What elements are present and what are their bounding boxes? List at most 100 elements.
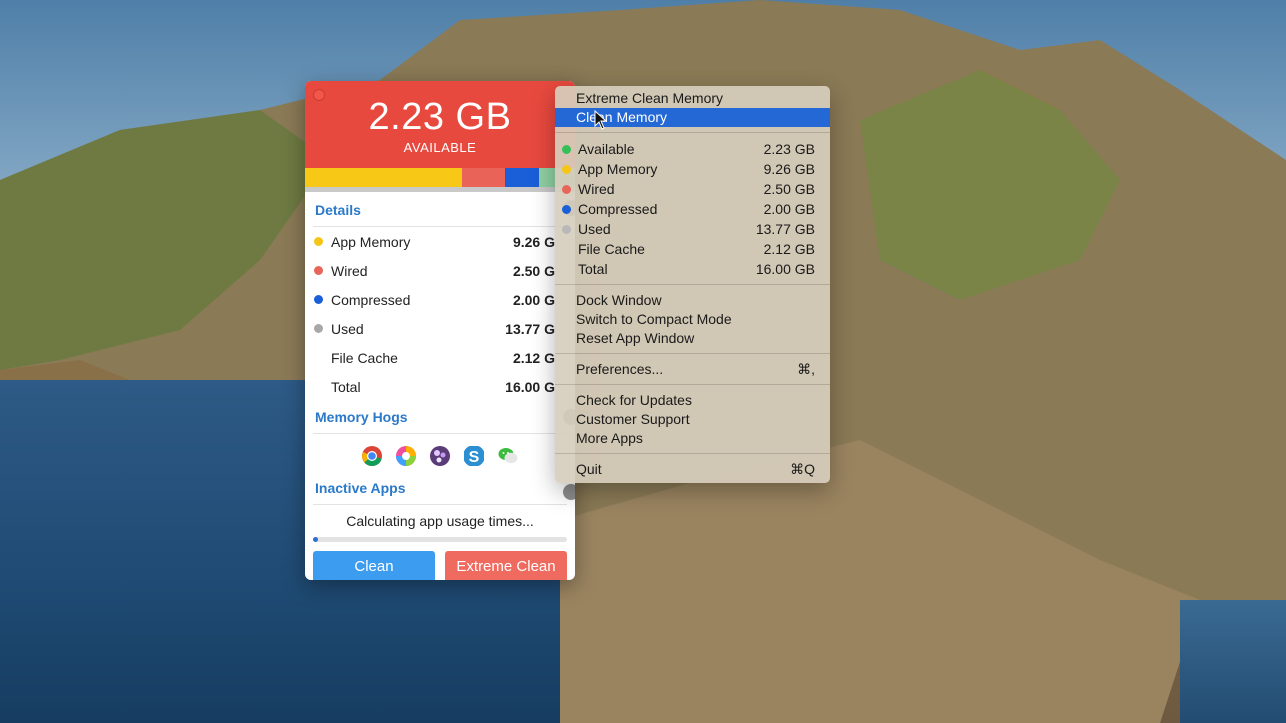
memory-hogs-title-text: Memory Hogs [315,409,408,425]
menu-stat-label: File Cache [578,241,645,257]
legend-dot-icon [314,266,323,275]
details-row-label: Compressed [331,291,411,308]
available-memory-value: 2.23 GB [368,96,512,138]
details-row-value: 2.00 G [512,291,555,308]
menu-stat-row: File Cache 2.12 GB [555,239,830,259]
scrivener-icon[interactable]: S [463,445,485,467]
menu-item-customer-support[interactable]: Customer Support [555,410,830,429]
action-buttons: Clean Extreme Clean [305,551,575,580]
menu-stat-value: 2.50 GB [763,181,815,197]
membar-compressed [505,168,539,187]
menu-separator [555,132,830,133]
memory-hogs-icons: S [305,436,575,476]
wallpaper-sea-right [1180,600,1286,723]
menu-stat-value: 16.00 GB [755,261,815,277]
details-row: Total 16.00 G [305,372,575,401]
menu-item-dock-window[interactable]: Dock Window [555,291,830,310]
close-window-button[interactable] [313,89,325,101]
menu-separator [555,453,830,454]
membar-app-memory [305,168,462,187]
details-row: Used 13.77 G [305,314,575,343]
details-row: Wired 2.50 G [305,256,575,285]
menu-item-check-updates[interactable]: Check for Updates [555,391,830,410]
menu-separator [555,284,830,285]
inactive-apps-progress-bar [313,537,567,542]
chrome-icon[interactable] [361,445,383,467]
inactive-apps-info-icon[interactable] [563,484,575,500]
legend-dot-icon [314,295,323,304]
menu-stat-row: Compressed 2.00 GB [555,199,830,219]
inactive-apps-section-title: Inactive Apps [305,476,575,502]
progress-fill [313,537,319,542]
menu-stat-value: 13.77 GB [755,221,815,237]
legend-dot-icon [562,205,571,214]
quit-shortcut: ⌘Q [790,461,815,477]
details-row-label: Total [331,378,361,395]
menu-stat-label: Used [578,221,611,237]
menu-stat-value: 2.23 GB [763,141,815,157]
menu-stat-label: Available [578,141,635,157]
details-row-label: File Cache [331,349,398,366]
app-context-menu: Extreme Clean Memory Clean Memory Availab… [555,86,830,483]
legend-dot-icon [562,165,571,174]
menu-item-preferences[interactable]: Preferences... ⌘, [555,360,830,379]
details-row-value: 9.26 G [512,233,555,250]
menu-item-compact-mode[interactable]: Switch to Compact Mode [555,310,830,329]
menu-separator [555,384,830,385]
inactive-apps-title-text: Inactive Apps [315,480,406,496]
menu-stat-row: Available 2.23 GB [555,139,830,159]
menu-item-quit[interactable]: Quit ⌘Q [555,460,830,479]
menu-stat-row: App Memory 9.26 GB [555,159,830,179]
mouse-cursor-icon [594,110,608,130]
menu-stat-value: 2.12 GB [763,241,815,257]
svg-text:S: S [469,449,480,466]
details-row-value: 16.00 G [505,378,555,395]
details-list: App Memory 9.26 G Wired 2.50 G Compressed 2.0… [305,227,575,401]
details-row-label: Used [331,320,364,337]
memory-header: 2.23 GB AVAILABLE [305,81,575,168]
menu-stat-label: Total [578,261,608,277]
menu-item-more-apps[interactable]: More Apps [555,429,830,448]
menu-support-group: Check for Updates Customer Support More Ap… [555,391,830,448]
photo-app-icon[interactable] [429,445,451,467]
details-row: App Memory 9.26 G [305,227,575,256]
memory-usage-bar [305,168,575,187]
clean-button[interactable]: Clean [313,551,435,580]
details-row-value: 2.12 G [512,349,555,366]
divider [313,433,567,434]
legend-dot-icon [562,145,571,154]
details-row-value: 13.77 G [505,320,555,337]
quit-label: Quit [576,461,602,477]
details-row: File Cache 2.12 G [305,343,575,372]
details-row: Compressed 2.00 G [305,285,575,314]
extreme-clean-button[interactable]: Extreme Clean [445,551,567,580]
menu-item-extreme-clean-memory[interactable]: Extreme Clean Memory [555,89,830,108]
legend-dot-icon [314,237,323,246]
available-memory-label: AVAILABLE [403,140,477,155]
menu-separator [555,353,830,354]
menu-stat-row: Total 16.00 GB [555,259,830,279]
legend-dot-icon [314,324,323,333]
memory-hogs-section-title: Memory Hogs [305,401,575,431]
preferences-shortcut: ⌘, [797,361,815,377]
menu-stat-row: Wired 2.50 GB [555,179,830,199]
details-section-title: Details [305,192,575,224]
menu-stat-value: 9.26 GB [763,161,815,177]
preferences-label: Preferences... [576,361,664,377]
menu-stat-label: Wired [578,181,615,197]
divider [313,504,567,505]
membar-wired [462,168,505,187]
menu-stat-label: Compressed [578,201,658,217]
wechat-icon[interactable] [497,445,519,467]
legend-dot-icon [562,225,571,234]
inactive-apps-status: Calculating app usage times... [346,513,534,529]
legend-dot-icon [562,185,571,194]
menu-stats-group: Available 2.23 GB App Memory 9.26 GB Wired 2.… [555,139,830,279]
menu-stat-row: Used 13.77 GB [555,219,830,239]
color-wheel-icon[interactable] [395,445,417,467]
menu-stat-value: 2.00 GB [763,201,815,217]
menu-item-reset-window[interactable]: Reset App Window [555,329,830,348]
details-row-label: App Memory [331,233,411,250]
details-row-value: 2.50 G [512,262,555,279]
details-title-text: Details [315,202,361,218]
